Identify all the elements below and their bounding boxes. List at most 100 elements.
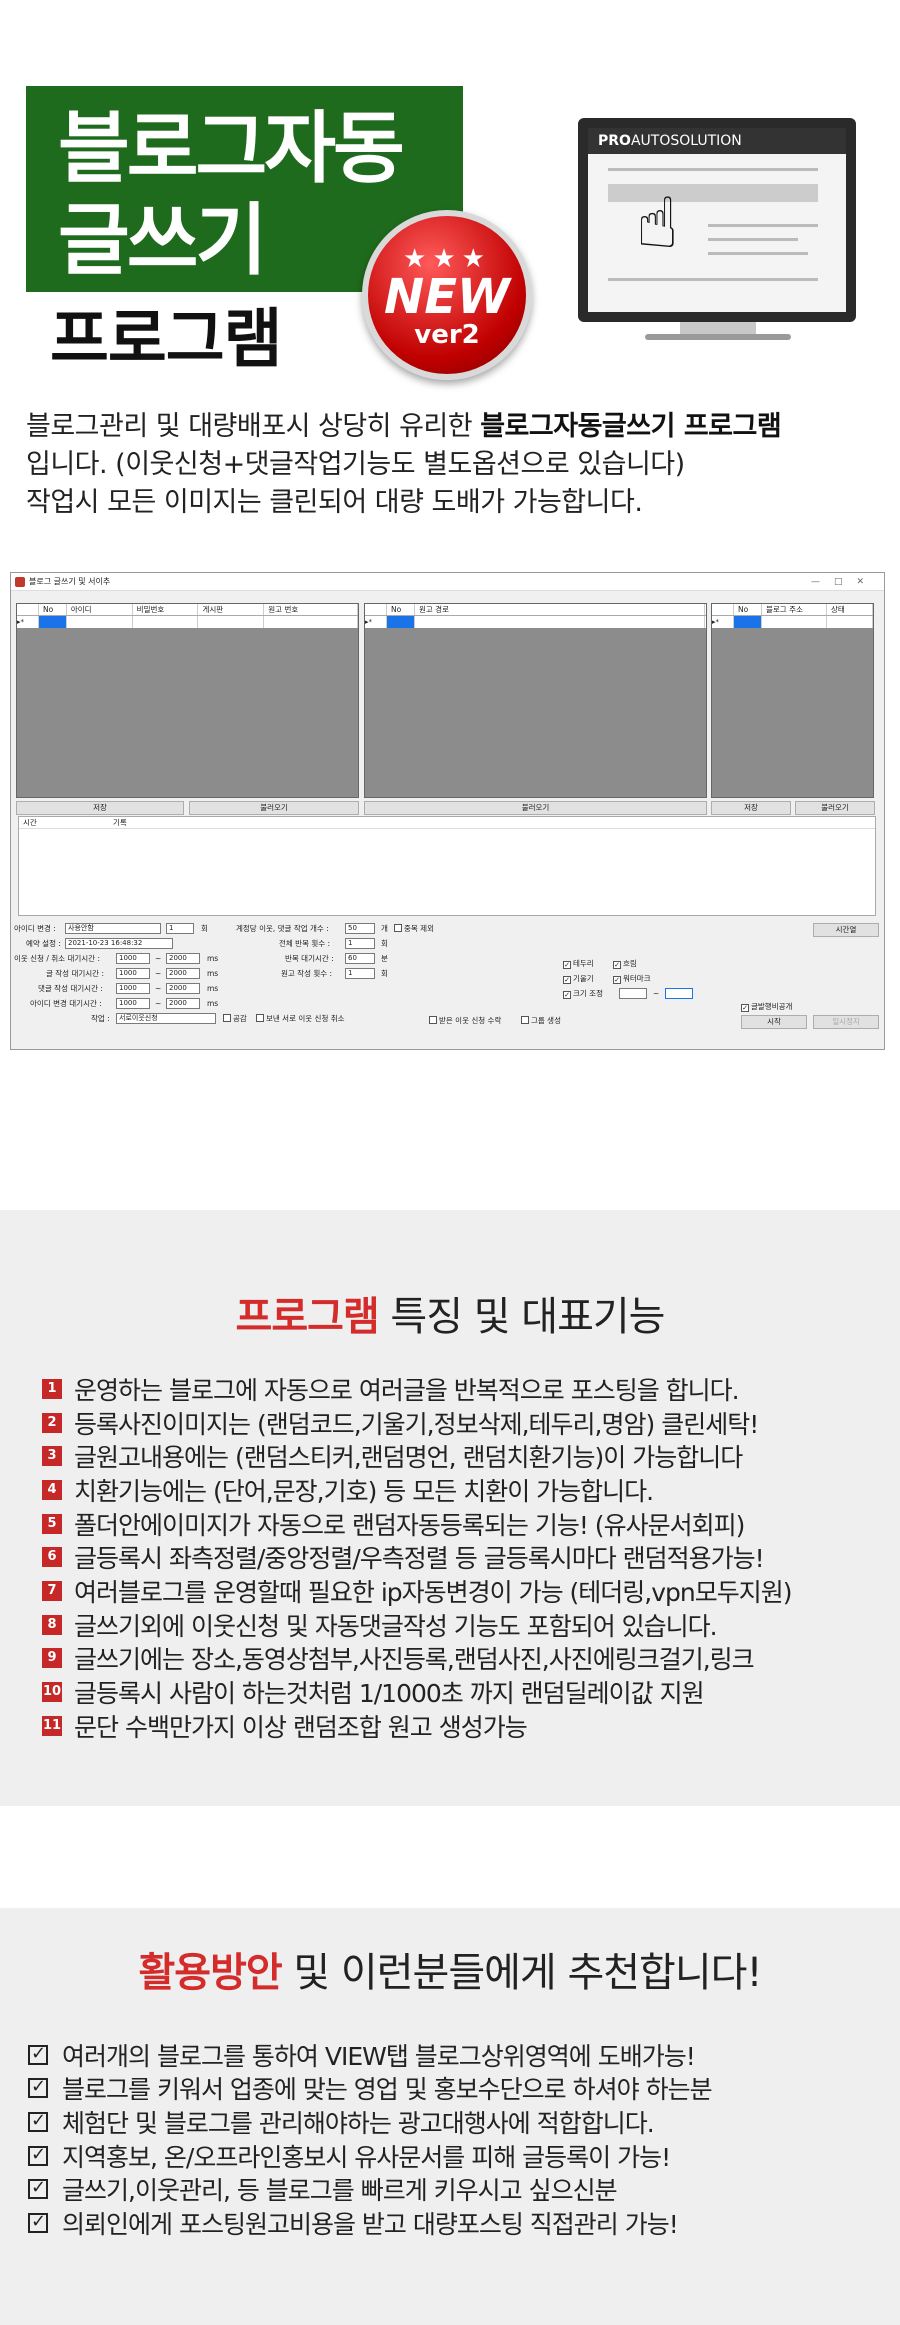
doc-count-input[interactable]: 1 [345,968,375,979]
selected-cell[interactable] [734,616,762,628]
dup-exclude-checkbox[interactable]: 중복 제외 [394,923,434,934]
number-badge: 9 [42,1648,62,1669]
neighbor-wait-min[interactable]: 1000 [116,953,150,964]
time-button[interactable]: 시간열 [813,923,879,937]
document-grid[interactable]: No 원고 경로 ▸* [364,603,707,798]
resize-label: 크기 조정 [573,989,603,998]
resize-min[interactable] [619,988,647,999]
number-badge: 7 [42,1580,62,1601]
feature-text: 글등록시 사람이 하는것처럼 1/1000초 까지 랜덤딜레이값 지원 [74,1679,705,1709]
screen-line [608,278,818,281]
selected-cell[interactable] [387,616,415,628]
neighbor-wait-max[interactable]: 2000 [166,953,200,964]
accept-received-checkbox[interactable]: 받은 이웃 신청 수락 [429,1015,501,1026]
selected-cell[interactable] [38,616,67,628]
log-header: 시간 기록 [19,817,875,829]
wait-unit: ms [207,999,219,1008]
load-blogs-button[interactable]: 불러오기 [795,801,875,815]
log-panel[interactable]: 시간 기록 [18,816,876,916]
task-select[interactable]: 서로이웃신청 [116,1013,216,1024]
idchange-wait-min[interactable]: 1000 [116,998,150,1009]
grid-cell[interactable] [67,616,133,628]
id-change-select[interactable]: 사용안함 [65,923,161,934]
post-wait-max[interactable]: 2000 [166,968,200,979]
doc-count-label: 원고 작성 횟수 : [281,969,333,978]
comment-wait-min[interactable]: 1000 [116,983,150,994]
idchange-wait-max[interactable]: 2000 [166,998,200,1009]
comment-wait-max[interactable]: 2000 [166,983,200,994]
col-doc-no[interactable]: 원고 번호 [264,604,358,615]
wait-sep: ~ [155,984,162,993]
resize-checkbox[interactable]: ✓ 크기 조정 [563,988,603,999]
window-controls[interactable]: —□✕ [811,573,878,591]
wait-sep: ~ [155,969,162,978]
group-create-checkbox[interactable]: 그룹 생성 [521,1015,561,1026]
blog-grid[interactable]: No 블로그 주소 상태 ▸* [711,603,874,798]
load-documents-button[interactable]: 불러오기 [364,801,707,815]
col-doc-path[interactable]: 원고 경로 [415,604,705,615]
intro-line1-prefix: 블로그관리 및 대량배포시 상당히 유리한 [26,411,481,442]
grid-cell[interactable] [133,616,199,628]
col-blog-url[interactable]: 블로그 주소 [762,604,827,615]
col-no[interactable]: No [387,604,415,615]
load-accounts-button[interactable]: 불러오기 [189,801,359,815]
features-title: 프로그램 특징 및 대표기능 [0,1292,900,1342]
grid-cell[interactable] [827,616,873,628]
table-row[interactable]: ▸* [17,616,359,628]
screen-line [708,224,818,227]
col-no[interactable]: No [39,604,67,615]
grid-cell[interactable] [198,616,265,628]
per-account-input[interactable]: 50 [345,923,375,934]
list-item: ✓ 체험단 및 블로그를 관리해야하는 광고대행사에 적합합니다. [28,2105,898,2139]
feature-text: 치환기능에는 (단어,문장,기호) 등 모든 치환이 가능합니다. [74,1476,654,1506]
blur-checkbox[interactable]: ✓ 흐림 [613,958,637,969]
hero-section: 블로그자동 글쓰기 프로그램 ★★★ NEW ver2 PROAUTOSOLUT… [0,0,900,1100]
title-line-2: 글쓰기 [58,196,267,286]
reserve-datetime[interactable]: 2021-10-23 16:48:32 [65,938,173,949]
pause-button[interactable]: 일시정지 [813,1015,879,1029]
accept-received-label: 받은 이웃 신청 수락 [439,1016,502,1025]
col-id[interactable]: 아이디 [67,604,133,615]
screen-line [708,252,808,255]
list-item: ✓ 글쓰기,이웃관리, 등 블로그를 빠르게 키우시고 싶으신분 [28,2172,898,2206]
table-row[interactable]: ▸* [365,616,706,628]
features-section: 프로그램 특징 및 대표기능 1 운영하는 블로그에 자동으로 여러글을 반복적으… [0,1210,900,1806]
wait-sep: ~ [155,954,162,963]
grid-cell[interactable] [264,616,359,628]
id-change-count[interactable]: 1 [166,923,194,934]
col-board[interactable]: 게시판 [198,604,265,615]
pointing-hand-icon: ☝ [636,182,679,264]
monitor-base [645,334,791,340]
id-change-label: 아이디 변경 : [14,924,56,933]
border-checkbox[interactable]: ✓ 테두리 [563,958,594,969]
total-repeat-unit: 회 [381,939,388,948]
post-wait-min[interactable]: 1000 [116,968,150,979]
total-repeat-input[interactable]: 1 [345,938,375,949]
log-col-time: 시간 [23,818,37,827]
resize-max[interactable] [665,988,693,999]
app-icon [15,577,25,587]
col-no[interactable]: No [734,604,762,615]
grid-cell[interactable] [762,616,827,628]
save-blogs-button[interactable]: 저장 [711,801,791,815]
row-marker: ▸* [17,616,39,628]
watermark-checkbox[interactable]: ✓ 워터마크 [613,973,651,984]
col-password[interactable]: 비밀번호 [133,604,199,615]
col-status[interactable]: 상태 [827,604,873,615]
public-checkbox[interactable]: 공감 [223,1013,247,1024]
badge-version: ver2 [414,320,480,350]
table-row[interactable]: ▸* [712,616,873,628]
repeat-wait-input[interactable]: 60 [345,953,375,964]
list-item: 4 치환기능에는 (단어,문장,기호) 등 모든 치환이 가능합니다. [42,1473,892,1507]
list-item: 6 글등록시 좌측정렬/중앙정렬/우측정렬 등 글등록시마다 랜덤적용가능! [42,1540,892,1574]
doc-count-unit: 회 [381,969,388,978]
post-private-checkbox[interactable]: ✓ 글발행비공개 [741,1001,792,1012]
account-grid[interactable]: No 아이디 비밀번호 게시판 원고 번호 ▸* [16,603,359,798]
number-badge: 5 [42,1513,62,1534]
features-title-rest: 특징 및 대표기능 [378,1294,665,1340]
tilt-checkbox[interactable]: ✓ 기울기 [563,973,594,984]
cancel-sent-checkbox[interactable]: 보낸 서로 이웃 신청 취소 [256,1013,345,1024]
save-accounts-button[interactable]: 저장 [16,801,184,815]
grid-cell[interactable] [415,616,705,628]
start-button[interactable]: 시작 [741,1015,807,1029]
